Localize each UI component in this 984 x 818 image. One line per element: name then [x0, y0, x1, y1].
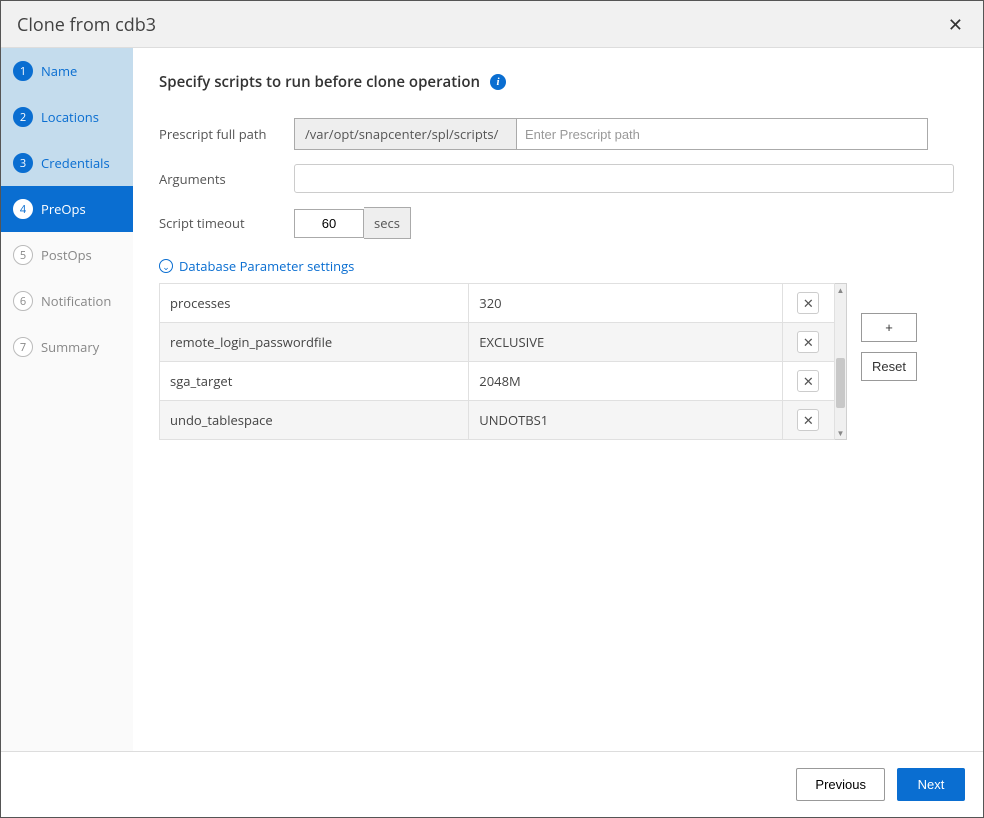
prescript-row: Prescript full path /var/opt/snapcenter/… [159, 118, 957, 150]
wizard-sidebar: 1 Name 2 Locations 3 Credentials 4 PreOp… [1, 48, 133, 751]
delete-row-button[interactable]: ✕ [797, 370, 819, 392]
table-row: sga_target 2048M ✕ [160, 362, 835, 401]
step-badge: 2 [13, 107, 33, 127]
prescript-group: /var/opt/snapcenter/spl/scripts/ [294, 118, 928, 150]
arguments-row: Arguments [159, 164, 957, 193]
param-table: processes 320 ✕ remote_login_passwordfil… [159, 283, 835, 440]
scroll-thumb[interactable] [836, 358, 845, 408]
step-credentials[interactable]: 3 Credentials [1, 140, 133, 186]
db-param-expander[interactable]: ⌄ Database Parameter settings [159, 257, 957, 275]
main-panel: Specify scripts to run before clone oper… [133, 48, 983, 751]
step-badge: 1 [13, 61, 33, 81]
prescript-label: Prescript full path [159, 125, 294, 143]
param-area: processes 320 ✕ remote_login_passwordfil… [159, 283, 957, 440]
step-label: Locations [41, 108, 99, 126]
close-icon[interactable]: ✕ [944, 16, 967, 34]
delete-row-button[interactable]: ✕ [797, 292, 819, 314]
timeout-row: Script timeout secs [159, 207, 957, 239]
param-name[interactable]: remote_login_passwordfile [160, 323, 469, 362]
step-label: Notification [41, 292, 111, 310]
step-badge: 7 [13, 337, 33, 357]
step-badge: 4 [13, 199, 33, 219]
scroll-up-icon[interactable]: ▲ [835, 284, 846, 296]
timeout-unit: secs [364, 207, 411, 239]
delete-row-button[interactable]: ✕ [797, 331, 819, 353]
step-label: PostOps [41, 246, 92, 264]
step-label: PreOps [41, 200, 86, 218]
param-side-buttons: + Reset [861, 313, 917, 381]
info-icon[interactable]: i [490, 74, 506, 90]
step-postops[interactable]: 5 PostOps [1, 232, 133, 278]
param-scroll-wrap: processes 320 ✕ remote_login_passwordfil… [159, 283, 847, 440]
db-param-expander-label: Database Parameter settings [179, 257, 354, 275]
arguments-input[interactable] [294, 164, 954, 193]
param-value[interactable]: 320 [469, 284, 782, 323]
timeout-input[interactable] [294, 209, 364, 238]
step-badge: 3 [13, 153, 33, 173]
dialog-titlebar: Clone from cdb3 ✕ [1, 1, 983, 48]
prescript-prefix: /var/opt/snapcenter/spl/scripts/ [295, 119, 517, 149]
param-value[interactable]: UNDOTBS1 [469, 401, 782, 440]
table-row: remote_login_passwordfile EXCLUSIVE ✕ [160, 323, 835, 362]
scroll-down-icon[interactable]: ▼ [835, 427, 846, 439]
step-label: Summary [41, 338, 99, 356]
param-value[interactable]: EXCLUSIVE [469, 323, 782, 362]
add-param-button[interactable]: + [861, 313, 917, 342]
param-scrollbar[interactable]: ▲ ▼ [835, 283, 847, 440]
next-button[interactable]: Next [897, 768, 965, 801]
reset-params-button[interactable]: Reset [861, 352, 917, 381]
arguments-label: Arguments [159, 170, 294, 188]
step-preops[interactable]: 4 PreOps [1, 186, 133, 232]
delete-row-button[interactable]: ✕ [797, 409, 819, 431]
timeout-label: Script timeout [159, 214, 294, 232]
param-name[interactable]: sga_target [160, 362, 469, 401]
table-row: undo_tablespace UNDOTBS1 ✕ [160, 401, 835, 440]
step-badge: 6 [13, 291, 33, 311]
step-notification[interactable]: 6 Notification [1, 278, 133, 324]
dialog-body: 1 Name 2 Locations 3 Credentials 4 PreOp… [1, 48, 983, 751]
page-heading-text: Specify scripts to run before clone oper… [159, 72, 480, 92]
step-locations[interactable]: 2 Locations [1, 94, 133, 140]
chevron-down-icon: ⌄ [159, 259, 173, 273]
step-name[interactable]: 1 Name [1, 48, 133, 94]
param-value[interactable]: 2048M [469, 362, 782, 401]
dialog-title: Clone from cdb3 [17, 13, 156, 37]
step-label: Credentials [41, 154, 110, 172]
previous-button[interactable]: Previous [796, 768, 885, 801]
page-heading: Specify scripts to run before clone oper… [159, 72, 957, 92]
prescript-input[interactable] [517, 119, 927, 149]
step-label: Name [41, 62, 77, 80]
param-name[interactable]: undo_tablespace [160, 401, 469, 440]
table-row: processes 320 ✕ [160, 284, 835, 323]
param-name[interactable]: processes [160, 284, 469, 323]
dialog-footer: Previous Next [1, 751, 983, 817]
step-summary[interactable]: 7 Summary [1, 324, 133, 370]
step-badge: 5 [13, 245, 33, 265]
